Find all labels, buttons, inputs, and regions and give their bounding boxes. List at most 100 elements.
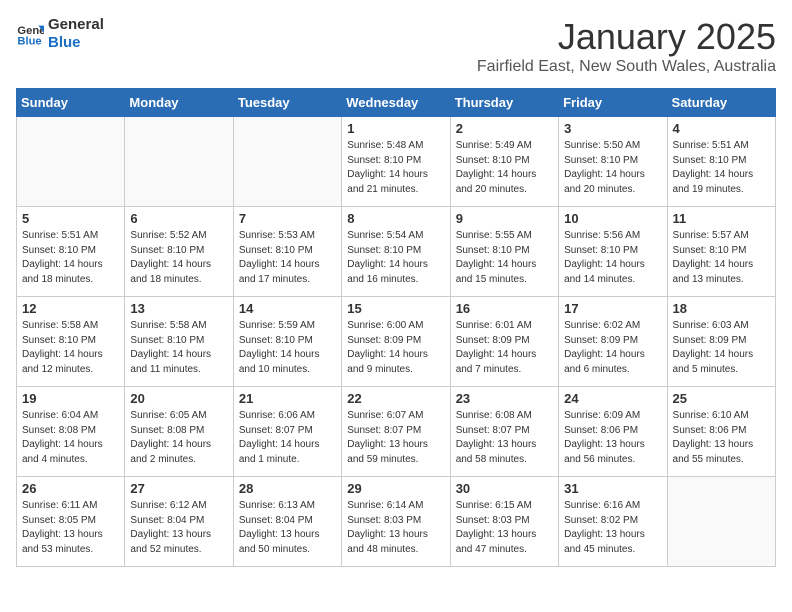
day-number: 17	[564, 301, 661, 316]
day-number: 16	[456, 301, 553, 316]
calendar-cell: 8Sunrise: 5:54 AM Sunset: 8:10 PM Daylig…	[342, 207, 450, 297]
calendar-cell: 11 Sunrise: 5:57 AM Sunset: 8:10 PM Dayli…	[667, 207, 775, 297]
calendar-cell: 19 Sunrise: 6:04 AM Sunset: 8:08 PM Dayli…	[17, 387, 125, 477]
day-info: Sunrise: 6:07 AM Sunset: 8:07 PM Dayligh…	[347, 409, 444, 467]
calendar-cell	[667, 477, 775, 567]
day-number: 24	[564, 391, 661, 406]
calendar-cell: 13Sunrise: 5:58 AM Sunset: 8:10 PM Dayli…	[125, 297, 233, 387]
calendar-cell	[17, 117, 125, 207]
day-info: Sunrise: 6:01 AM Sunset: 8:09 PM Dayligh…	[456, 319, 553, 377]
week-row-2: 5 Sunrise: 5:51 AM Sunset: 8:10 PM Daylig…	[17, 207, 776, 297]
day-info: Sunrise: 6:13 AM Sunset: 8:04 PM Dayligh…	[239, 499, 336, 557]
weekday-header-tuesday: Tuesday	[233, 89, 341, 117]
day-number: 20	[130, 391, 227, 406]
calendar-cell: 26Sunrise: 6:11 AM Sunset: 8:05 PM Dayli…	[17, 477, 125, 567]
day-number: 1	[347, 121, 444, 136]
day-number: 27	[130, 481, 227, 496]
day-info: Sunrise: 5:55 AM Sunset: 8:10 PM Dayligh…	[456, 229, 553, 287]
week-row-4: 19 Sunrise: 6:04 AM Sunset: 8:08 PM Dayli…	[17, 387, 776, 477]
calendar-cell: 12 Sunrise: 5:58 AM Sunset: 8:10 PM Dayli…	[17, 297, 125, 387]
calendar-cell: 23 Sunrise: 6:08 AM Sunset: 8:07 PM Dayli…	[450, 387, 558, 477]
day-info: Sunrise: 6:15 AM Sunset: 8:03 PM Dayligh…	[456, 499, 553, 557]
calendar-cell: 31Sunrise: 6:16 AM Sunset: 8:02 PM Dayli…	[559, 477, 667, 567]
day-number: 7	[239, 211, 336, 226]
day-info: Sunrise: 6:00 AM Sunset: 8:09 PM Dayligh…	[347, 319, 444, 377]
logo: General Blue General Blue	[16, 16, 104, 52]
day-number: 15	[347, 301, 444, 316]
day-info: Sunrise: 5:53 AM Sunset: 8:10 PM Dayligh…	[239, 229, 336, 287]
day-info: Sunrise: 6:04 AM Sunset: 8:08 PM Dayligh…	[22, 409, 119, 467]
calendar-cell: 9 Sunrise: 5:55 AM Sunset: 8:10 PM Daylig…	[450, 207, 558, 297]
week-row-5: 26Sunrise: 6:11 AM Sunset: 8:05 PM Dayli…	[17, 477, 776, 567]
calendar-cell: 10Sunrise: 5:56 AM Sunset: 8:10 PM Dayli…	[559, 207, 667, 297]
day-number: 22	[347, 391, 444, 406]
day-number: 4	[673, 121, 770, 136]
day-number: 19	[22, 391, 119, 406]
calendar-table: SundayMondayTuesdayWednesdayThursdayFrid…	[16, 88, 776, 567]
logo-line2: Blue	[48, 34, 104, 52]
calendar-cell: 29Sunrise: 6:14 AM Sunset: 8:03 PM Dayli…	[342, 477, 450, 567]
day-info: Sunrise: 6:03 AM Sunset: 8:09 PM Dayligh…	[673, 319, 770, 377]
calendar-cell: 20Sunrise: 6:05 AM Sunset: 8:08 PM Dayli…	[125, 387, 233, 477]
day-info: Sunrise: 5:51 AM Sunset: 8:10 PM Dayligh…	[22, 229, 119, 287]
day-number: 11	[673, 211, 770, 226]
day-number: 6	[130, 211, 227, 226]
calendar-cell: 15 Sunrise: 6:00 AM Sunset: 8:09 PM Dayli…	[342, 297, 450, 387]
day-info: Sunrise: 5:50 AM Sunset: 8:10 PM Dayligh…	[564, 139, 661, 197]
calendar-cell: 28 Sunrise: 6:13 AM Sunset: 8:04 PM Dayli…	[233, 477, 341, 567]
day-info: Sunrise: 5:57 AM Sunset: 8:10 PM Dayligh…	[673, 229, 770, 287]
day-info: Sunrise: 5:51 AM Sunset: 8:10 PM Dayligh…	[673, 139, 770, 197]
day-number: 14	[239, 301, 336, 316]
logo-line1: General	[48, 16, 104, 34]
day-number: 23	[456, 391, 553, 406]
day-number: 12	[22, 301, 119, 316]
day-number: 8	[347, 211, 444, 226]
day-info: Sunrise: 6:12 AM Sunset: 8:04 PM Dayligh…	[130, 499, 227, 557]
calendar-cell: 14 Sunrise: 5:59 AM Sunset: 8:10 PM Dayli…	[233, 297, 341, 387]
day-info: Sunrise: 5:56 AM Sunset: 8:10 PM Dayligh…	[564, 229, 661, 287]
day-info: Sunrise: 5:52 AM Sunset: 8:10 PM Dayligh…	[130, 229, 227, 287]
day-info: Sunrise: 6:14 AM Sunset: 8:03 PM Dayligh…	[347, 499, 444, 557]
week-row-3: 12 Sunrise: 5:58 AM Sunset: 8:10 PM Dayli…	[17, 297, 776, 387]
day-number: 31	[564, 481, 661, 496]
day-info: Sunrise: 6:10 AM Sunset: 8:06 PM Dayligh…	[673, 409, 770, 467]
calendar-title: January 2025	[477, 16, 776, 58]
day-info: Sunrise: 5:58 AM Sunset: 8:10 PM Dayligh…	[22, 319, 119, 377]
logo-icon: General Blue	[16, 20, 44, 48]
calendar-cell: 25 Sunrise: 6:10 AM Sunset: 8:06 PM Dayli…	[667, 387, 775, 477]
day-number: 18	[673, 301, 770, 316]
day-info: Sunrise: 6:09 AM Sunset: 8:06 PM Dayligh…	[564, 409, 661, 467]
calendar-cell: 27 Sunrise: 6:12 AM Sunset: 8:04 PM Dayli…	[125, 477, 233, 567]
day-info: Sunrise: 6:11 AM Sunset: 8:05 PM Dayligh…	[22, 499, 119, 557]
week-row-1: 1 Sunrise: 5:48 AM Sunset: 8:10 PM Daylig…	[17, 117, 776, 207]
day-number: 3	[564, 121, 661, 136]
day-info: Sunrise: 6:06 AM Sunset: 8:07 PM Dayligh…	[239, 409, 336, 467]
day-number: 9	[456, 211, 553, 226]
weekday-header-wednesday: Wednesday	[342, 89, 450, 117]
calendar-cell: 24 Sunrise: 6:09 AM Sunset: 8:06 PM Dayli…	[559, 387, 667, 477]
calendar-cell: 16 Sunrise: 6:01 AM Sunset: 8:09 PM Dayli…	[450, 297, 558, 387]
day-number: 2	[456, 121, 553, 136]
calendar-cell: 21Sunrise: 6:06 AM Sunset: 8:07 PM Dayli…	[233, 387, 341, 477]
calendar-cell: 5 Sunrise: 5:51 AM Sunset: 8:10 PM Daylig…	[17, 207, 125, 297]
calendar-subtitle: Fairfield East, New South Wales, Austral…	[477, 58, 776, 76]
day-info: Sunrise: 5:59 AM Sunset: 8:10 PM Dayligh…	[239, 319, 336, 377]
weekday-header-friday: Friday	[559, 89, 667, 117]
weekday-header-saturday: Saturday	[667, 89, 775, 117]
day-number: 28	[239, 481, 336, 496]
calendar-cell: 18 Sunrise: 6:03 AM Sunset: 8:09 PM Dayli…	[667, 297, 775, 387]
day-info: Sunrise: 5:48 AM Sunset: 8:10 PM Dayligh…	[347, 139, 444, 197]
day-number: 25	[673, 391, 770, 406]
calendar-cell: 4 Sunrise: 5:51 AM Sunset: 8:10 PM Daylig…	[667, 117, 775, 207]
calendar-cell: 7 Sunrise: 5:53 AM Sunset: 8:10 PM Daylig…	[233, 207, 341, 297]
calendar-cell: 1 Sunrise: 5:48 AM Sunset: 8:10 PM Daylig…	[342, 117, 450, 207]
day-number: 5	[22, 211, 119, 226]
day-number: 30	[456, 481, 553, 496]
day-info: Sunrise: 6:02 AM Sunset: 8:09 PM Dayligh…	[564, 319, 661, 377]
day-info: Sunrise: 5:49 AM Sunset: 8:10 PM Dayligh…	[456, 139, 553, 197]
day-info: Sunrise: 6:08 AM Sunset: 8:07 PM Dayligh…	[456, 409, 553, 467]
title-section: January 2025 Fairfield East, New South W…	[477, 16, 776, 76]
weekday-header-sunday: Sunday	[17, 89, 125, 117]
page-header: General Blue General Blue January 2025 F…	[16, 16, 776, 76]
day-number: 13	[130, 301, 227, 316]
